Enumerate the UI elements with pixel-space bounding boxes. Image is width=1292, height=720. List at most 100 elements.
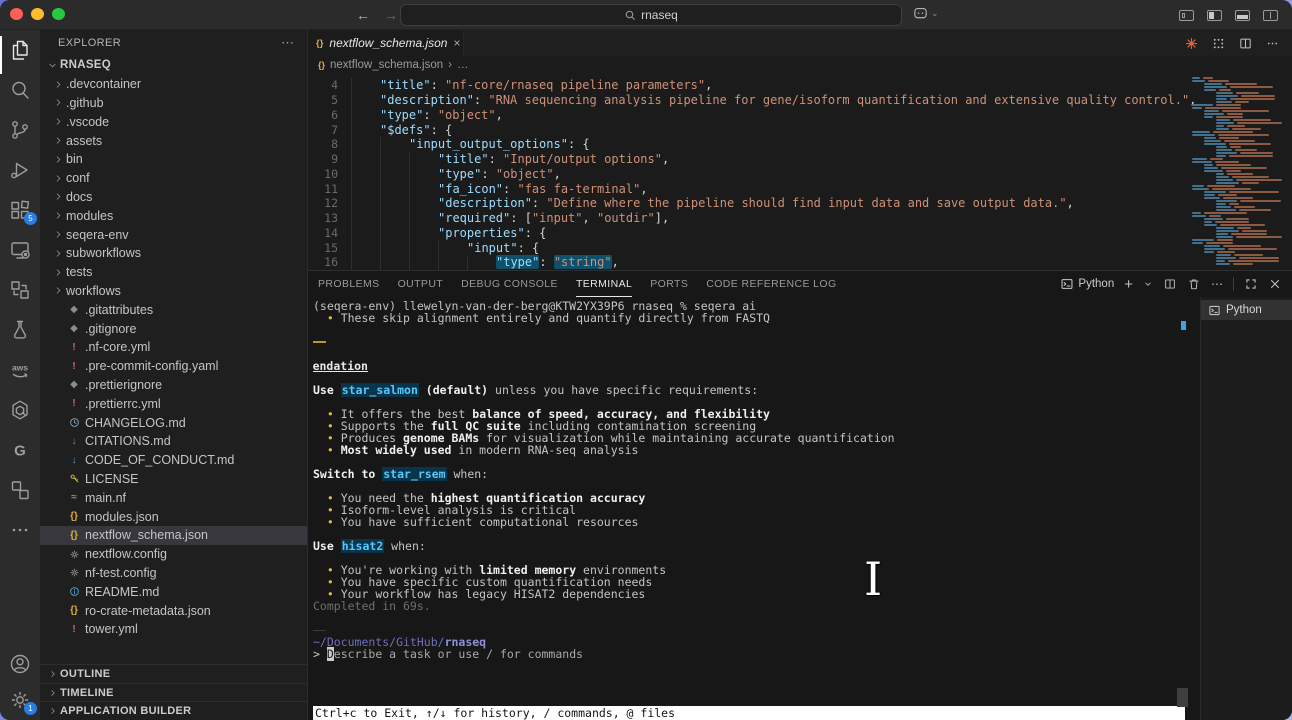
search-icon[interactable] (8, 78, 32, 102)
tree-folder[interactable]: seqera-env (40, 225, 307, 244)
code-editor[interactable]: 4"title": "nf-core/rnaseq pipeline param… (308, 74, 1292, 270)
amazon-q-icon[interactable] (8, 398, 32, 422)
tree-file[interactable]: !.pre-commit-config.yaml (40, 357, 307, 376)
tab-nextflow-schema[interactable]: {} nextflow_schema.json × (308, 30, 464, 56)
maximize-panel-icon[interactable] (1244, 277, 1258, 291)
tree-file[interactable]: nextflow.config (40, 545, 307, 564)
panel-tab[interactable]: TERMINAL (576, 271, 632, 297)
close-window-button[interactable] (10, 8, 23, 20)
tree-file[interactable]: {}nextflow_schema.json (40, 526, 307, 545)
panel-tab[interactable]: PROBLEMS (318, 271, 380, 297)
tree-file[interactable]: ◆.gitattributes (40, 300, 307, 319)
run-debug-icon[interactable] (8, 158, 32, 182)
tree-folder[interactable]: bin (40, 150, 307, 169)
close-tab-icon[interactable]: × (453, 36, 460, 50)
breadcrumb[interactable]: {} nextflow_schema.json › … (308, 56, 1292, 74)
toggle-panel-icon[interactable] (1235, 10, 1250, 21)
tree-folder[interactable]: conf (40, 169, 307, 188)
chevron-right-icon (46, 688, 60, 698)
tree-file[interactable]: !tower.yml (40, 620, 307, 639)
terminal-list-item[interactable]: Python (1201, 300, 1292, 320)
tree-file[interactable]: ◆.prettierignore (40, 376, 307, 395)
tree-file[interactable]: nf-test.config (40, 564, 307, 583)
editor-more-actions-icon[interactable] (1265, 36, 1280, 51)
settings-gear-icon[interactable]: 1 (8, 688, 32, 712)
terminal-line: Completed in 69s. (313, 600, 326, 612)
code-line: 9"title": "Input/output options", (308, 152, 1292, 167)
source-control-icon[interactable] (8, 118, 32, 142)
sidebar-section[interactable]: TIMELINE (40, 683, 307, 702)
tree-file[interactable]: !.prettierrc.yml (40, 394, 307, 413)
tree-file[interactable]: README.md (40, 582, 307, 601)
panel-tab[interactable]: CODE REFERENCE LOG (706, 271, 836, 297)
explorer-icon[interactable] (8, 38, 32, 62)
tree-file[interactable]: ↓CITATIONS.md (40, 432, 307, 451)
format-starburst-icon[interactable] (1184, 36, 1199, 51)
tree-folder[interactable]: .vscode (40, 112, 307, 131)
active-terminal-selector[interactable]: Python (1060, 277, 1114, 291)
dev-containers-icon[interactable] (8, 278, 32, 302)
tree-folder[interactable]: assets (40, 131, 307, 150)
tree-folder[interactable]: modules (40, 206, 307, 225)
tree-file[interactable]: CHANGELOG.md (40, 413, 307, 432)
forward-button[interactable]: → (384, 7, 398, 23)
code-line: 10"type": "object", (308, 167, 1292, 182)
toggle-primary-sidebar-icon[interactable] (1207, 10, 1222, 21)
layout-grid-icon[interactable] (1179, 10, 1194, 21)
tree-folder[interactable]: .devcontainer (40, 75, 307, 94)
dots-grid-icon[interactable] (1211, 36, 1226, 51)
chevron-right-icon (50, 267, 66, 278)
tree-root-rnaseq[interactable]: RNASEQ (40, 56, 307, 75)
chevron-right-icon (50, 173, 66, 184)
terminal-output[interactable]: (seqera-env) llewelyn-van-der-berg@KTW2Y… (313, 300, 1180, 705)
back-button[interactable]: ← (356, 7, 370, 23)
tree-file[interactable]: {}modules.json (40, 507, 307, 526)
tree-folder[interactable]: .github (40, 94, 307, 113)
terminal-scrollbar-thumb[interactable] (1177, 688, 1188, 707)
copilot-menu-button[interactable]: ⌄ (912, 5, 939, 22)
project-manager-icon[interactable] (8, 478, 32, 502)
close-panel-icon[interactable] (1268, 277, 1282, 291)
aws-icon[interactable]: aws (8, 358, 32, 382)
tree-file[interactable]: ◆.gitignore (40, 319, 307, 338)
remote-explorer-icon[interactable] (8, 238, 32, 262)
panel-tab[interactable]: OUTPUT (398, 271, 444, 297)
panel-more-actions-icon[interactable]: ⋯ (1211, 277, 1223, 291)
new-terminal-button[interactable]: + (1124, 276, 1133, 293)
kill-terminal-trash-icon[interactable] (1187, 277, 1201, 291)
editor-tab-bar: {} nextflow_schema.json × (308, 30, 1292, 56)
terminal-dropdown-chevron-icon[interactable] (1143, 279, 1153, 289)
panel-tab[interactable]: PORTS (650, 271, 688, 297)
more-icon[interactable] (8, 518, 32, 542)
breadcrumb-file[interactable]: nextflow_schema.json (330, 59, 443, 71)
terminal-hint-bar: Ctrl+c to Exit, ↑/↓ for history, / comma… (313, 706, 1185, 720)
tree-folder[interactable]: docs (40, 188, 307, 207)
accounts-icon[interactable] (8, 652, 32, 676)
code-line: 8"input_output_options": { (308, 137, 1292, 152)
breadcrumb-more[interactable]: … (457, 59, 469, 71)
tree-folder[interactable]: tests (40, 263, 307, 282)
tree-file[interactable]: LICENSE (40, 470, 307, 489)
tree-file[interactable]: !.nf-core.yml (40, 338, 307, 357)
command-center-search[interactable]: rnaseq (400, 4, 902, 26)
sidebar-section[interactable]: APPLICATION BUILDER (40, 701, 307, 720)
zoom-window-button[interactable] (52, 8, 65, 20)
gitlens-icon[interactable]: G (8, 438, 32, 462)
code-line: 16"type": "string", (308, 255, 1292, 270)
test-flask-icon[interactable] (8, 318, 32, 342)
minimize-window-button[interactable] (31, 8, 44, 20)
sidebar-section[interactable]: OUTLINE (40, 664, 307, 683)
code-line: 14"properties": { (308, 226, 1292, 241)
tree-file[interactable]: {}ro-crate-metadata.json (40, 601, 307, 620)
tree-folder[interactable]: subworkflows (40, 244, 307, 263)
split-terminal-icon[interactable] (1163, 277, 1177, 291)
toggle-secondary-sidebar-icon[interactable] (1263, 10, 1278, 21)
tree-folder[interactable]: workflows (40, 282, 307, 301)
tree-file[interactable]: ≈main.nf (40, 488, 307, 507)
minimap[interactable] (1186, 76, 1282, 270)
extensions-icon[interactable]: 5 (8, 198, 32, 222)
split-editor-icon[interactable] (1238, 36, 1253, 51)
explorer-more-actions-icon[interactable]: ⋯ (281, 35, 295, 51)
panel-tab[interactable]: DEBUG CONSOLE (461, 271, 558, 297)
tree-file[interactable]: ↓CODE_OF_CONDUCT.md (40, 451, 307, 470)
